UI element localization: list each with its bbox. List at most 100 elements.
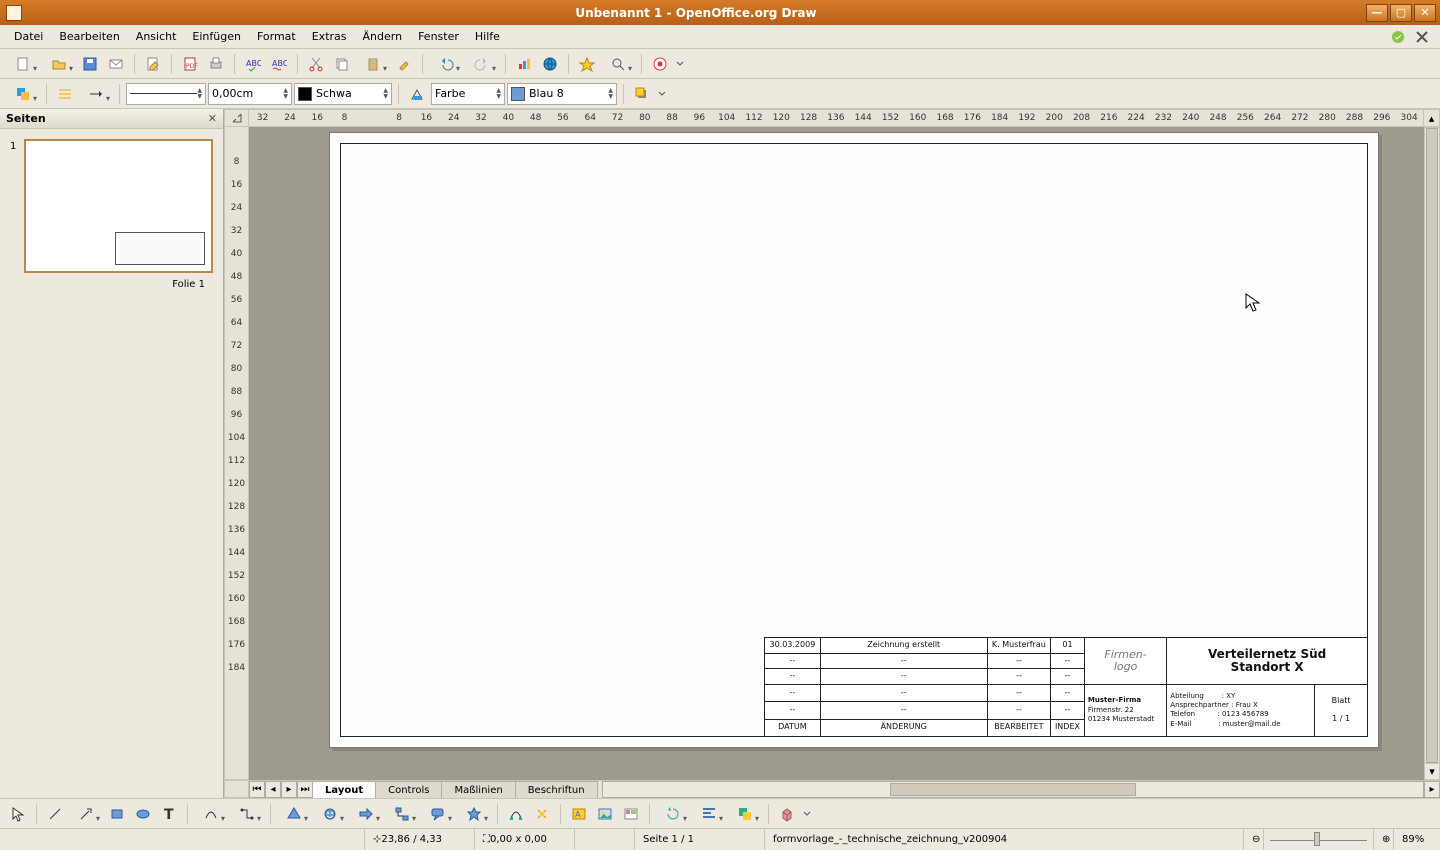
shadow-button[interactable] xyxy=(630,82,654,106)
menu-hilfe[interactable]: Hilfe xyxy=(467,27,508,46)
autospell-button[interactable]: ABC xyxy=(267,52,291,76)
tab-controls[interactable]: Controls xyxy=(375,781,442,798)
arrange2-tool[interactable] xyxy=(728,802,762,826)
close-button[interactable]: ✕ xyxy=(1414,4,1436,22)
menu-extras[interactable]: Extras xyxy=(304,27,355,46)
align-tool[interactable] xyxy=(692,802,726,826)
menu-format[interactable]: Format xyxy=(249,27,304,46)
title-block[interactable]: 30.03.2009 Zeichnung erstellt K. Musterf… xyxy=(764,637,1368,737)
zoom-in-button[interactable]: ⊕ xyxy=(1374,829,1394,850)
toolbar-overflow-button[interactable] xyxy=(674,52,686,76)
canvas[interactable]: 30.03.2009 Zeichnung erstellt K. Musterf… xyxy=(249,127,1424,780)
copy-button[interactable] xyxy=(330,52,354,76)
status-size: ⛶ 0,00 x 0,00 xyxy=(475,829,575,850)
rotate-tool[interactable] xyxy=(656,802,690,826)
line-arrow-tool[interactable] xyxy=(69,802,103,826)
tab-beschriftung[interactable]: Beschriftun xyxy=(515,781,598,798)
symbol-shapes-tool[interactable] xyxy=(313,802,347,826)
line-color-combo[interactable]: Schwa▲▼ xyxy=(294,83,392,105)
ruler-corner[interactable] xyxy=(224,109,249,127)
scroll-up-button[interactable]: ▴ xyxy=(1424,109,1440,127)
update-icon[interactable] xyxy=(1390,29,1406,45)
page-thumb-caption: Folie 1 xyxy=(10,279,213,290)
menu-fenster[interactable]: Fenster xyxy=(410,27,467,46)
export-pdf-button[interactable]: PDF xyxy=(178,52,202,76)
line-tool[interactable] xyxy=(43,802,67,826)
select-tool[interactable] xyxy=(6,802,30,826)
tab-nav-next[interactable]: ▸ xyxy=(281,781,297,798)
fill-mode-combo[interactable]: Farbe▲▼ xyxy=(431,83,505,105)
drawing-overflow-button[interactable] xyxy=(801,802,813,826)
help-button[interactable] xyxy=(648,52,672,76)
fill-color-combo[interactable]: Blau 8▲▼ xyxy=(507,83,617,105)
tab-nav-prev[interactable]: ◂ xyxy=(265,781,281,798)
gallery-tool[interactable] xyxy=(619,802,643,826)
edit-points-tool[interactable] xyxy=(504,802,528,826)
tab-nav-first[interactable]: ⏮ xyxy=(249,781,265,798)
svg-text:PDF: PDF xyxy=(186,63,198,70)
vertical-scrollbar[interactable]: ▾ xyxy=(1424,127,1440,780)
mail-button[interactable] xyxy=(104,52,128,76)
from-file-tool[interactable] xyxy=(593,802,617,826)
menu-datei[interactable]: Datei xyxy=(6,27,51,46)
menu-ansicht[interactable]: Ansicht xyxy=(128,27,185,46)
arrow-style-button[interactable] xyxy=(79,82,113,106)
menu-bearbeiten[interactable]: Bearbeiten xyxy=(51,27,127,46)
spellcheck-button[interactable]: ABC xyxy=(241,52,265,76)
maximize-button[interactable]: ▢ xyxy=(1390,4,1412,22)
tab-layout[interactable]: Layout xyxy=(312,781,376,798)
scroll-right-button[interactable]: ▸ xyxy=(1424,781,1440,798)
navigator-button[interactable] xyxy=(575,52,599,76)
stars-tool[interactable] xyxy=(457,802,491,826)
cut-button[interactable] xyxy=(304,52,328,76)
hyperlink-button[interactable] xyxy=(538,52,562,76)
fontwork-tool[interactable]: A xyxy=(567,802,591,826)
minimize-button[interactable]: — xyxy=(1366,4,1388,22)
pages-panel-title: Seiten xyxy=(6,112,46,125)
zoom-button[interactable] xyxy=(601,52,635,76)
tab-nav-last[interactable]: ⏭ xyxy=(297,781,313,798)
menu-einfuegen[interactable]: Einfügen xyxy=(184,27,249,46)
status-zoom[interactable]: 89% xyxy=(1394,829,1440,850)
line-style-icon[interactable] xyxy=(53,82,77,106)
close-doc-icon[interactable] xyxy=(1414,29,1430,45)
horizontal-scrollbar[interactable] xyxy=(602,781,1424,798)
status-bar: ⊹ 23,86 / 4,33 ⛶ 0,00 x 0,00 Seite 1 / 1… xyxy=(0,828,1440,850)
redo-button[interactable] xyxy=(465,52,499,76)
area-icon[interactable] xyxy=(405,82,429,106)
open-button[interactable] xyxy=(42,52,76,76)
menu-aendern[interactable]: Ändern xyxy=(355,27,411,46)
toolbar2-overflow-button[interactable] xyxy=(656,82,668,106)
tab-masslinien[interactable]: Maßlinien xyxy=(441,781,515,798)
vertical-ruler[interactable]: 8162432404856647280889610411212012813614… xyxy=(224,127,249,780)
ellipse-tool[interactable] xyxy=(131,802,155,826)
rectangle-tool[interactable] xyxy=(105,802,129,826)
chart-button[interactable] xyxy=(512,52,536,76)
flowchart-tool[interactable] xyxy=(385,802,419,826)
arrange-button[interactable] xyxy=(6,82,40,106)
text-tool[interactable]: T xyxy=(157,802,181,826)
print-button[interactable] xyxy=(204,52,228,76)
drawing-page[interactable]: 30.03.2009 Zeichnung erstellt K. Musterf… xyxy=(329,132,1379,748)
block-arrows-tool[interactable] xyxy=(349,802,383,826)
pages-panel-close-icon[interactable]: ✕ xyxy=(208,112,217,125)
connector-tool[interactable] xyxy=(230,802,264,826)
basic-shapes-tool[interactable] xyxy=(277,802,311,826)
line-width-input[interactable]: 0,00cm▲▼ xyxy=(208,83,292,105)
undo-button[interactable] xyxy=(429,52,463,76)
format-paintbrush-button[interactable] xyxy=(392,52,416,76)
horizontal-ruler[interactable]: 3224168816243240485664728088961041121201… xyxy=(249,109,1424,127)
zoom-slider[interactable] xyxy=(1264,829,1374,850)
edit-file-button[interactable] xyxy=(141,52,165,76)
extrusion-tool[interactable] xyxy=(775,802,799,826)
callouts-tool[interactable] xyxy=(421,802,455,826)
new-button[interactable] xyxy=(6,52,40,76)
page-thumbnail[interactable] xyxy=(24,139,213,273)
save-button[interactable] xyxy=(78,52,102,76)
paste-button[interactable] xyxy=(356,52,390,76)
status-page: Seite 1 / 1 xyxy=(635,829,765,850)
zoom-out-button[interactable]: ⊖ xyxy=(1244,829,1264,850)
curve-tool[interactable] xyxy=(194,802,228,826)
gluepoints-tool[interactable] xyxy=(530,802,554,826)
line-style-combo[interactable]: ▲▼ xyxy=(126,83,206,105)
